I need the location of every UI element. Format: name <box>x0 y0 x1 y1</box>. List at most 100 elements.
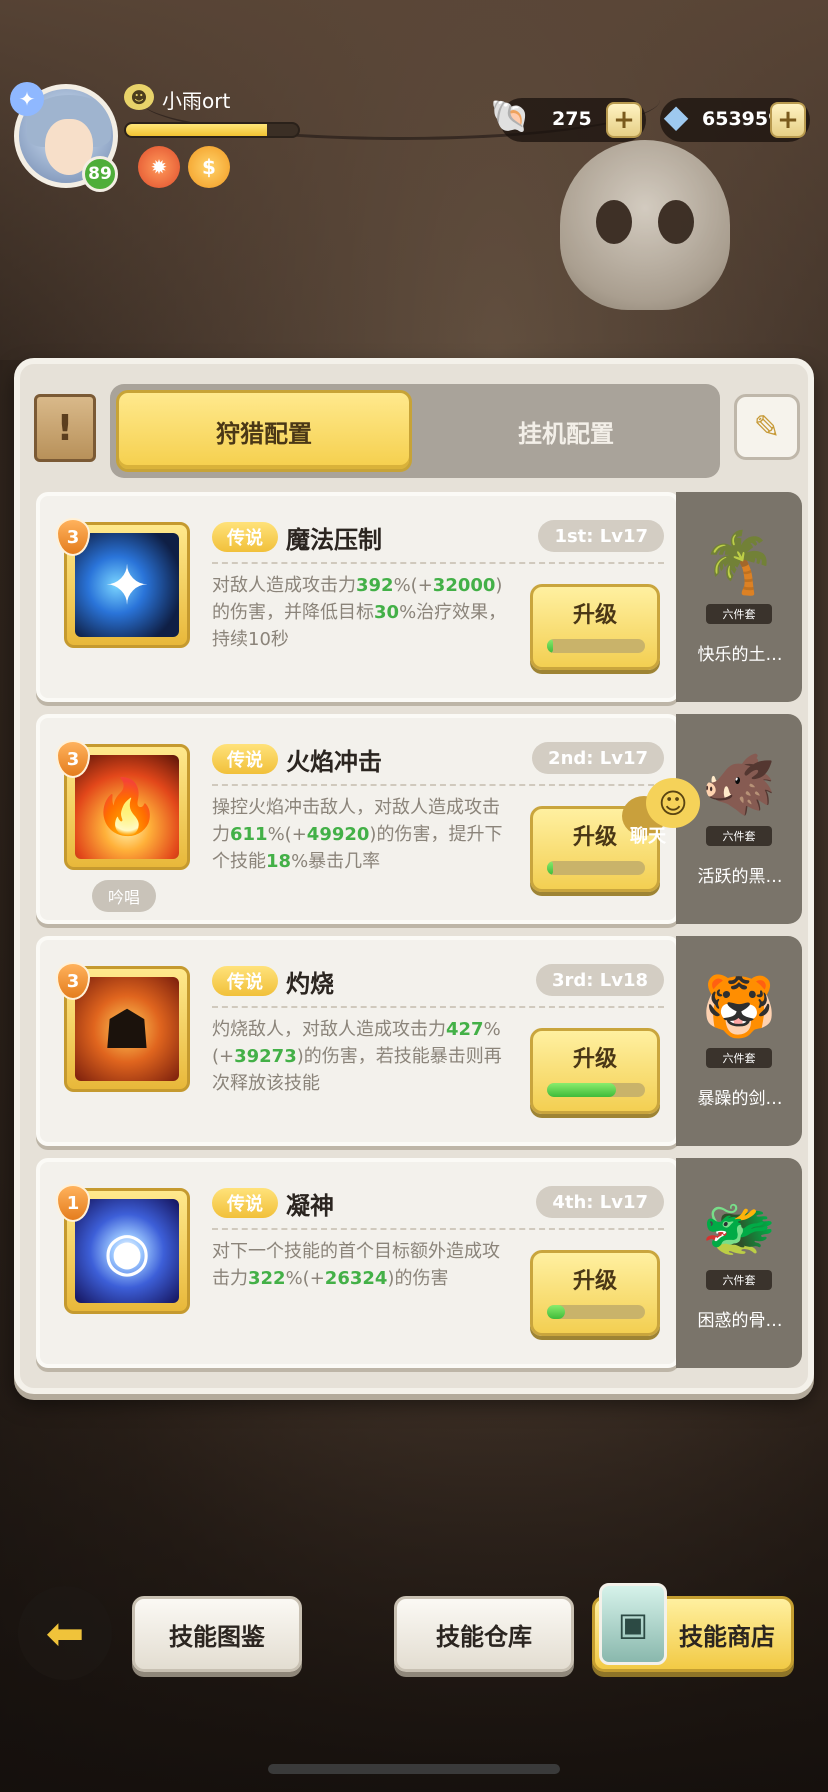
upgrade-progress-fill <box>547 1083 616 1097</box>
skill-slot-level: 1st: Lv17 <box>538 520 664 552</box>
fire-buff-icon[interactable]: ✹ <box>138 146 180 188</box>
player-level-badge: 89 <box>82 156 118 192</box>
set-badge: 六件套 <box>706 826 772 846</box>
highlight-number: 392 <box>356 575 394 596</box>
tab-hunting-config[interactable]: 狩猎配置 <box>116 390 412 472</box>
set-name: 活跃的黑… <box>697 867 783 887</box>
set-badge: 六件套 <box>706 604 772 624</box>
set-bonus-panel[interactable]: 🐯 六件套 暴躁的剑… <box>676 936 802 1146</box>
focus-eye-icon: ◉ <box>75 1199 179 1303</box>
background-skull <box>560 140 730 310</box>
skill-card[interactable]: ☗ 3 传说 灼烧 3rd: Lv18 灼烧敌人，对敌人造成攻击力427%(+3… <box>36 936 680 1146</box>
skill-row: ☗ 3 传说 灼烧 3rd: Lv18 灼烧敌人，对敌人造成攻击力427%(+3… <box>36 936 802 1146</box>
add-shells-button[interactable]: + <box>606 102 642 138</box>
gem-icon: ◆ <box>663 97 689 135</box>
coin-buff-icon[interactable]: $ <box>188 146 230 188</box>
skill-name: 火焰冲击 <box>286 748 382 776</box>
set-badge: 六件套 <box>706 1270 772 1290</box>
upgrade-progress-bar <box>547 861 645 875</box>
set-name: 暴躁的剑… <box>697 1089 783 1109</box>
description-text: 灼烧敌人，对敌人造成攻击力 <box>212 1019 446 1040</box>
skill-name: 凝神 <box>286 1192 334 1220</box>
upgrade-progress-bar <box>547 1305 645 1319</box>
divider <box>212 1006 664 1008</box>
description-text: )的伤害 <box>387 1268 449 1289</box>
upgrade-button[interactable]: 升级 <box>530 584 660 670</box>
divider <box>212 784 664 786</box>
skill-codex-button[interactable]: 技能图鉴 <box>132 1596 302 1672</box>
description-text: %(+ <box>267 824 307 845</box>
skill-slot-level: 2nd: Lv17 <box>532 742 664 774</box>
skill-row: ✦ 3 传说 魔法压制 1st: Lv17 对敌人造成攻击力392%(+3200… <box>36 492 802 702</box>
set-figure-icon: 🐯 <box>701 971 777 1042</box>
skill-config-panel: ! 狩猎配置 挂机配置 ✎ ✦ 3 传说 魔法压制 1st: Lv17 对敌人造… <box>14 358 814 1394</box>
rarity-tag: 传说 <box>212 522 278 552</box>
exp-bar <box>124 122 300 138</box>
set-figure-icon: 🐲 <box>701 1193 777 1264</box>
player-avatar-button[interactable]: ✦ 89 <box>10 82 118 192</box>
set-bonus-panel[interactable]: 🐲 六件套 困惑的骨… <box>676 1158 802 1368</box>
skill-slot-level: 3rd: Lv18 <box>535 964 664 996</box>
player-name: 小雨ort <box>162 89 231 113</box>
description-text: %(+ <box>393 575 433 596</box>
add-gems-button[interactable]: + <box>770 102 806 138</box>
scroll-icon[interactable]: ! <box>34 394 96 462</box>
divider <box>212 562 664 564</box>
skill-description: 对敌人造成攻击力392%(+32000)的伤害，并降低目标30%治疗效果，持续1… <box>212 572 508 653</box>
set-name: 快乐的土… <box>697 645 783 665</box>
rarity-tag: 传说 <box>212 744 278 774</box>
skill-description: 对下一个技能的首个目标额外造成攻击力322%(+26324)的伤害 <box>212 1238 508 1292</box>
home-indicator[interactable] <box>268 1764 560 1774</box>
highlight-number: 427 <box>446 1019 484 1040</box>
set-name: 困惑的骨… <box>697 1311 783 1331</box>
shop-icon: ▣ <box>599 1583 667 1665</box>
highlight-number: 30 <box>374 602 400 623</box>
upgrade-label: 升级 <box>572 1269 617 1294</box>
skill-card[interactable]: ✦ 3 传说 魔法压制 1st: Lv17 对敌人造成攻击力392%(+3200… <box>36 492 680 702</box>
star-icon: ✦ <box>10 82 44 116</box>
divider <box>212 1228 664 1230</box>
set-bonus-panel[interactable]: 🌴 六件套 快乐的土… <box>676 492 802 702</box>
upgrade-label: 升级 <box>572 1047 617 1072</box>
burn-icon: ☗ <box>75 977 179 1081</box>
skill-card[interactable]: 🔥 3 吟唱 传说 火焰冲击 2nd: Lv17 操控火焰冲击敌人，对敌人造成攻… <box>36 714 680 924</box>
highlight-number: 32000 <box>432 575 496 596</box>
upgrade-label: 升级 <box>572 603 617 628</box>
player-title-icon: ☻ <box>124 84 154 110</box>
currency-gems: ◆ 653959 + <box>660 97 810 142</box>
rarity-tag: 传说 <box>212 1188 278 1218</box>
smiley-icon: ☺ <box>646 778 700 828</box>
skill-row: ◉ 1 传说 凝神 4th: Lv17 对下一个技能的首个目标额外造成攻击力32… <box>36 1158 802 1368</box>
magic-suppression-icon: ✦ <box>75 533 179 637</box>
highlight-number: 611 <box>230 824 268 845</box>
chat-label: 聊天 <box>630 826 666 847</box>
upgrade-button[interactable]: 升级 <box>530 1250 660 1336</box>
skill-name: 魔法压制 <box>286 526 382 554</box>
upgrade-progress-bar <box>547 639 645 653</box>
back-arrow-button[interactable]: ⬅ <box>18 1586 112 1680</box>
upgrade-progress-fill <box>547 861 553 875</box>
chant-badge: 吟唱 <box>92 880 156 912</box>
highlight-number: 49920 <box>306 824 370 845</box>
upgrade-progress-bar <box>547 1083 645 1097</box>
skill-shop-button[interactable]: ▣ 技能商店 <box>592 1583 794 1672</box>
skill-slot-level: 4th: Lv17 <box>536 1186 664 1218</box>
upgrade-button[interactable]: 升级 <box>530 1028 660 1114</box>
skill-card[interactable]: ◉ 1 传说 凝神 4th: Lv17 对下一个技能的首个目标额外造成攻击力32… <box>36 1158 680 1368</box>
currency-shells: 🐚 275 + <box>490 97 646 142</box>
currency-value: 275 <box>552 108 592 130</box>
highlight-number: 18 <box>266 851 292 872</box>
skill-warehouse-button[interactable]: 技能仓库 <box>394 1596 574 1672</box>
config-tab-bar: 狩猎配置 挂机配置 <box>110 384 720 478</box>
upgrade-progress-fill <box>547 1305 565 1319</box>
exp-bar-fill <box>126 124 268 136</box>
fire-blast-icon: 🔥 <box>75 755 179 859</box>
skill-description: 操控火焰冲击敌人，对敌人造成攻击力611%(+49920)的伤害，提升下个技能1… <box>212 794 508 875</box>
tab-idle-config[interactable]: 挂机配置 <box>418 390 714 472</box>
chat-button[interactable]: ☺ 聊天 <box>620 776 710 847</box>
skill-name: 灼烧 <box>286 970 334 998</box>
description-text: %(+ <box>285 1268 325 1289</box>
rarity-tag: 传说 <box>212 966 278 996</box>
edit-config-button[interactable]: ✎ <box>734 394 800 460</box>
skill-shop-label: 技能商店 <box>679 1622 775 1651</box>
